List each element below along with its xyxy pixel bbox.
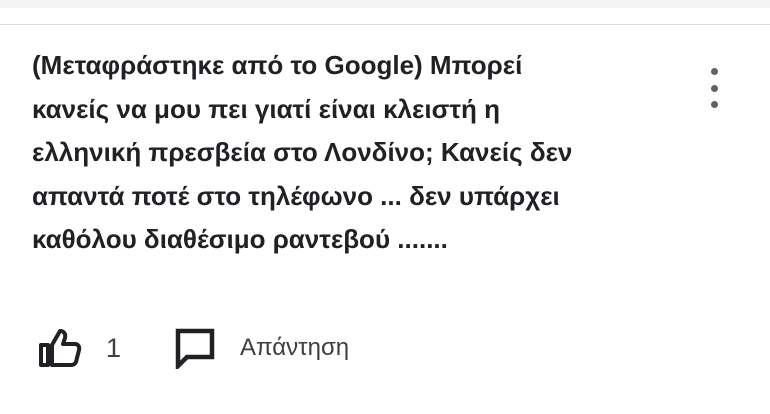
reply-label: Απάντηση <box>240 334 350 361</box>
review-card: (Μεταφράστηκε από το Google) Μπορεί κανε… <box>0 0 770 414</box>
reply-button[interactable]: Απάντηση <box>174 327 349 369</box>
reply-icon <box>175 328 215 369</box>
review-text: (Μεταφράστηκε από το Google) Μπορεί κανε… <box>32 50 573 254</box>
review-actions: 1 Απάντηση <box>38 324 349 372</box>
divider <box>0 24 770 25</box>
previous-item-edge <box>0 0 770 8</box>
like-button[interactable]: 1 <box>38 328 121 368</box>
thumbs-up-icon <box>39 329 82 367</box>
more-options-button[interactable] <box>700 68 728 108</box>
like-count: 1 <box>106 333 122 363</box>
more-vert-icon <box>710 68 718 75</box>
